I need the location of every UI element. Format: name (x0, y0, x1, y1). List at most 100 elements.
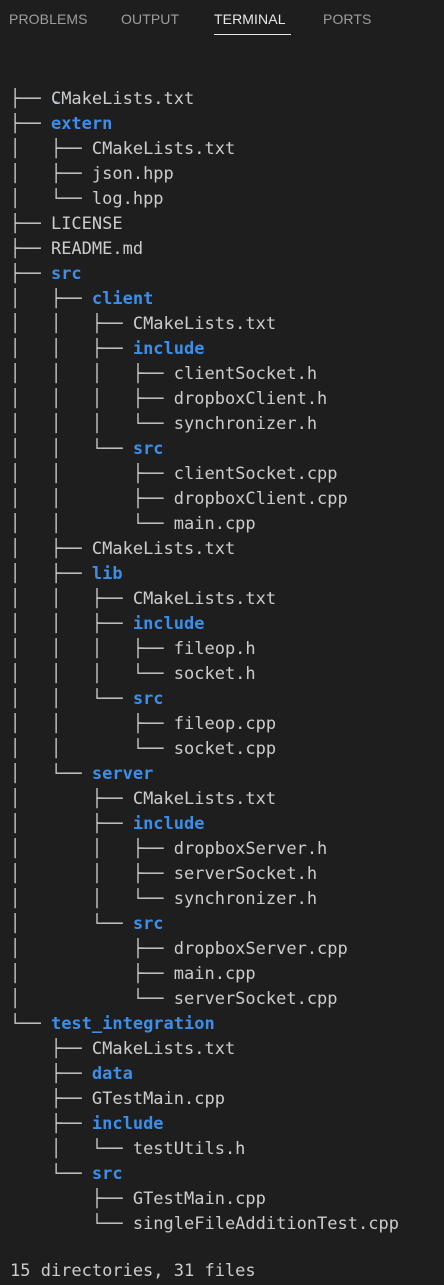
tree-file-line: ├── README.md (10, 237, 143, 262)
file-name: CMakeLists.txt (50, 89, 195, 109)
directory-name: include (132, 339, 205, 359)
tree-dir-line: ├── include (10, 1112, 164, 1137)
tree-dir-line: │ ├── include (10, 812, 204, 837)
tree-branch-prefix: │ │ │ ├── (10, 639, 174, 659)
tree-branch-prefix: ├── (10, 1064, 92, 1084)
tree-file-line: │ │ ├── serverSocket.h (10, 862, 317, 887)
file-name: serverSocket.cpp (173, 989, 338, 1009)
file-name: dropboxServer.h (173, 839, 328, 859)
tree-branch-prefix: │ │ │ └── (10, 664, 174, 684)
directory-name: client (91, 289, 154, 309)
file-name: clientSocket.h (173, 364, 318, 384)
tree-file-line: │ │ └── main.cpp (10, 512, 256, 537)
tree-branch-prefix: └── (10, 1164, 92, 1184)
tree-branch-prefix: │ ├── (10, 164, 92, 184)
tree-dir-line: └── src (10, 1162, 123, 1187)
file-name: CMakeLists.txt (132, 789, 277, 809)
directory-name: include (132, 814, 205, 834)
file-name: fileop.cpp (173, 714, 277, 734)
file-name: README.md (50, 239, 144, 259)
tree-branch-prefix: │ │ └── (10, 739, 174, 759)
tree-file-line: │ │ │ ├── clientSocket.h (10, 362, 317, 387)
tree-branch-prefix: │ └── (10, 764, 92, 784)
directory-name: include (91, 1114, 164, 1134)
file-name: socket.h (173, 664, 256, 684)
file-name: clientSocket.cpp (173, 464, 338, 484)
directory-name: src (132, 439, 164, 459)
file-name: CMakeLists.txt (132, 589, 277, 609)
tree-branch-prefix: └── (10, 1214, 133, 1234)
file-name: json.hpp (91, 164, 174, 184)
file-name: dropboxClient.cpp (173, 489, 348, 509)
tree-dir-line: │ │ └── src (10, 437, 164, 462)
tree-branch-prefix: │ │ ├── (10, 864, 174, 884)
tree-file-line: │ │ │ ├── fileop.h (10, 637, 256, 662)
file-name: testUtils.h (132, 1139, 246, 1159)
tree-file-line: │ │ ├── dropboxClient.cpp (10, 487, 348, 512)
tree-file-line: │ └── testUtils.h (10, 1137, 245, 1162)
tree-file-line: └── singleFileAdditionTest.cpp (10, 1212, 399, 1237)
tree-file-line: │ │ ├── fileop.cpp (10, 712, 276, 737)
tree-dir-line: ├── data (10, 1062, 133, 1087)
tree-dir-line: ├── extern (10, 112, 112, 137)
directory-name: src (132, 689, 164, 709)
tab-ports[interactable]: PORTS (323, 10, 371, 28)
terminal-output[interactable]: . ├── CMakeLists.txt ├── extern │ ├── CMak… (0, 40, 444, 1285)
tab-problems[interactable]: PROBLEMS (9, 10, 88, 28)
file-name: singleFileAdditionTest.cpp (132, 1214, 399, 1234)
tree-branch-prefix: │ └── (10, 989, 174, 1009)
tree-branch-prefix: │ │ │ ├── (10, 389, 174, 409)
tree-branch-prefix: └── (10, 1014, 51, 1034)
tree-branch-prefix: │ │ ├── (10, 614, 133, 634)
tree-summary: 15 directories, 31 files (10, 1261, 256, 1281)
tree-file-line: │ ├── json.hpp (10, 162, 174, 187)
file-name: CMakeLists.txt (91, 139, 236, 159)
tree-branch-prefix: ├── (10, 1114, 92, 1134)
tree-dir-line: │ ├── client (10, 287, 153, 312)
directory-name: include (132, 614, 205, 634)
active-tab-indicator (214, 34, 291, 35)
tree-file-line: │ ├── CMakeLists.txt (10, 787, 276, 812)
tab-output[interactable]: OUTPUT (121, 10, 179, 28)
tree-file-line: ├── CMakeLists.txt (10, 87, 194, 112)
tree-file-line: │ │ │ └── synchronizer.h (10, 412, 317, 437)
tree-dir-line: ├── src (10, 262, 82, 287)
file-name: fileop.h (173, 639, 256, 659)
file-name: GTestMain.cpp (91, 1089, 225, 1109)
tree-branch-prefix: │ │ └── (10, 689, 133, 709)
tree-file-line: ├── CMakeLists.txt (10, 1037, 235, 1062)
directory-name: src (132, 914, 164, 934)
tree-file-line: │ │ ├── CMakeLists.txt (10, 587, 276, 612)
tree-root-line: . (10, 62, 61, 109)
file-name: main.cpp (173, 964, 256, 984)
tree-branch-prefix: ├── (10, 239, 51, 259)
tree-branch-prefix: │ └── (10, 1139, 133, 1159)
tree-file-line: │ ├── CMakeLists.txt (10, 137, 235, 162)
tree-branch-prefix: │ ├── (10, 139, 92, 159)
tree-branch-prefix: │ ├── (10, 289, 92, 309)
tree-branch-prefix: ├── (10, 264, 51, 284)
tree-file-line: ├── GTestMain.cpp (10, 1187, 266, 1212)
tree-file-line: ├── GTestMain.cpp (10, 1087, 225, 1112)
tree-file-line: │ │ ├── CMakeLists.txt (10, 312, 276, 337)
file-name: dropboxClient.h (173, 389, 328, 409)
tree-file-line: │ │ └── socket.cpp (10, 737, 276, 762)
tree-branch-prefix: │ ├── (10, 814, 133, 834)
file-name: synchronizer.h (173, 414, 318, 434)
tree-branch-prefix: │ │ ├── (10, 464, 174, 484)
tree-branch-prefix: │ └── (10, 189, 92, 209)
directory-name: data (91, 1064, 133, 1084)
file-name: CMakeLists.txt (91, 1039, 236, 1059)
file-name: main.cpp (173, 514, 256, 534)
tree-branch-prefix: │ │ ├── (10, 714, 174, 734)
tree-file-line: │ ├── CMakeLists.txt (10, 537, 235, 562)
file-name: CMakeLists.txt (91, 539, 236, 559)
directory-name: src (91, 1164, 123, 1184)
tree-branch-prefix: │ │ └── (10, 889, 174, 909)
tree-file-line: │ ├── dropboxServer.cpp (10, 937, 348, 962)
file-name: dropboxServer.cpp (173, 939, 348, 959)
tab-terminal[interactable]: TERMINAL (214, 10, 286, 28)
tree-branch-prefix: │ │ ├── (10, 589, 133, 609)
tree-file-line: │ │ │ ├── dropboxClient.h (10, 387, 327, 412)
directory-name: extern (50, 114, 113, 134)
